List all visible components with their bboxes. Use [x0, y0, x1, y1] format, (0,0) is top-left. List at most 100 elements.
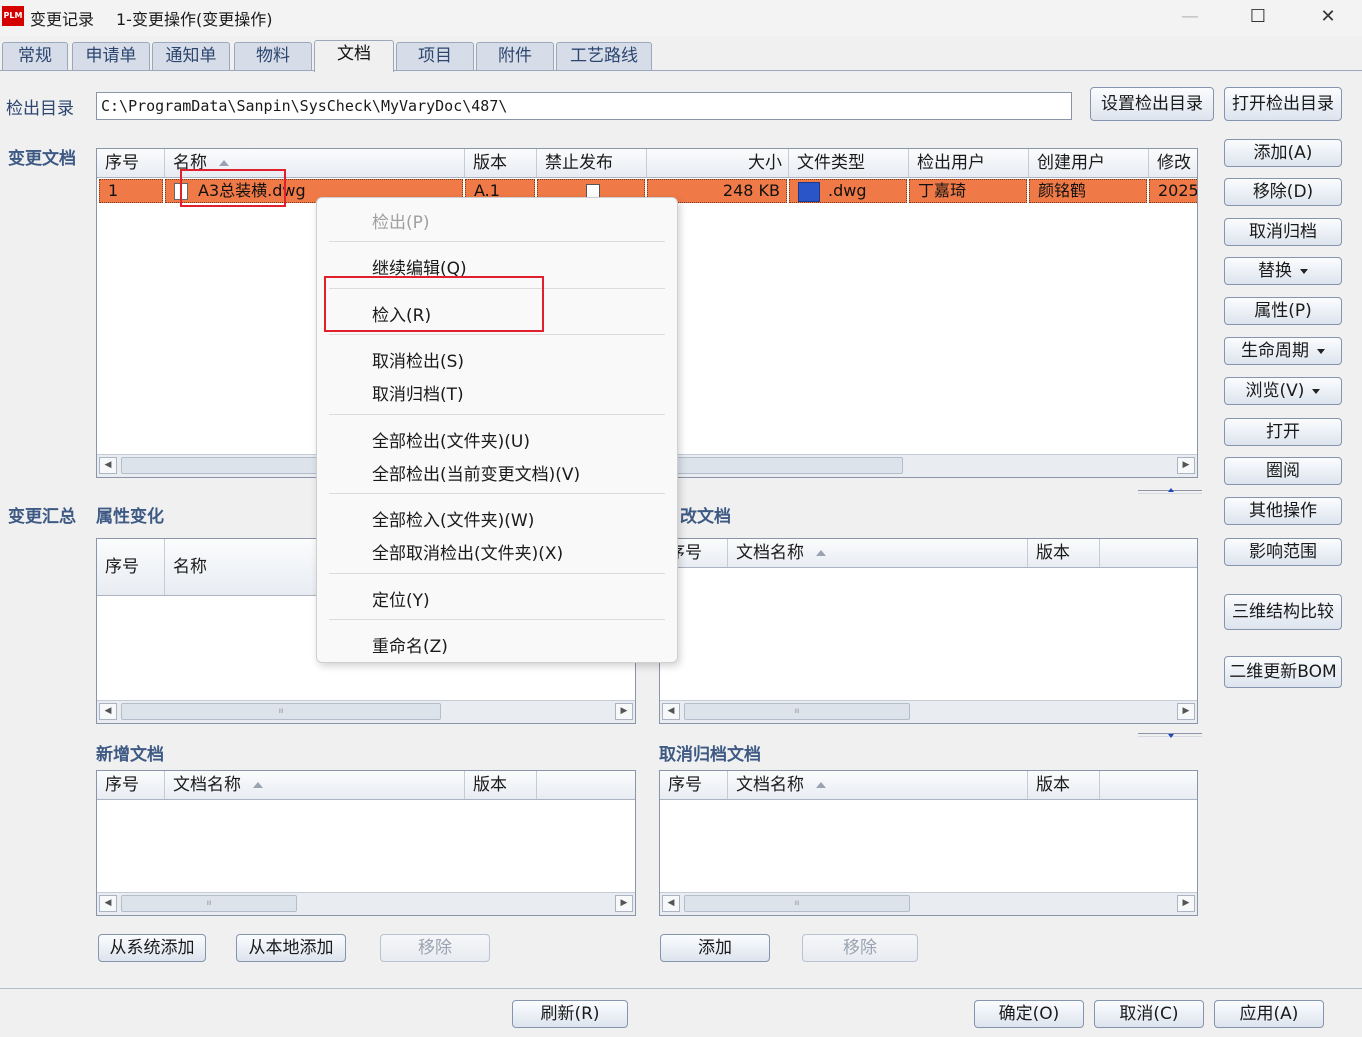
tab-attachment[interactable]: 附件 [476, 42, 554, 70]
remove-button[interactable]: 移除(D) [1224, 178, 1342, 206]
menu-item-checkout[interactable]: 检出(P) [372, 208, 430, 233]
open-checkout-dir-button[interactable]: 打开检出目录 [1224, 87, 1342, 121]
other-ops-button[interactable]: 其他操作 [1224, 497, 1342, 525]
tab-general[interactable]: 常规 [2, 42, 68, 70]
grid-header: 序号 文档名称 版本 [660, 539, 1197, 568]
minimize-icon[interactable]: — [1170, 4, 1210, 30]
horizontal-scrollbar[interactable]: ◀ ıı ▶ [660, 700, 1197, 723]
scroll-left-icon[interactable]: ◀ [662, 895, 680, 912]
menu-item-cancel-archive[interactable]: 取消归档(T) [372, 380, 464, 405]
scroll-left-icon[interactable]: ◀ [99, 703, 117, 720]
menu-item-cancel-all-checkout[interactable]: 全部取消检出(文件夹)(X) [372, 539, 563, 564]
splitter-handle[interactable] [1138, 488, 1202, 494]
tab-routing[interactable]: 工艺路线 [556, 42, 652, 70]
scroll-thumb[interactable]: ıı [121, 895, 297, 912]
menu-item-checkout-all-current[interactable]: 全部检出(当前变更文档)(V) [372, 460, 580, 485]
cell-file-type: .dwg [789, 179, 907, 203]
col-version[interactable]: 版本 [465, 149, 537, 177]
tab-strip: 常规 申请单 通知单 物料 文档 项目 附件 工艺路线 [0, 40, 1362, 72]
update-bom-2d-button[interactable]: 二维更新BOM [1224, 656, 1342, 688]
scroll-right-icon[interactable]: ▶ [1177, 703, 1195, 720]
col-size[interactable]: 大小 [647, 149, 789, 177]
ok-button[interactable]: 确定(O) [974, 1000, 1084, 1028]
scroll-right-icon[interactable]: ▶ [615, 895, 633, 912]
col-checkout-user[interactable]: 检出用户 [909, 149, 1029, 177]
menu-separator [329, 619, 665, 620]
cell-checkout-user: 丁嘉琦 [909, 179, 1027, 203]
col-forbid-release[interactable]: 禁止发布 [537, 149, 647, 177]
tab-notice[interactable]: 通知单 [152, 42, 230, 70]
scroll-right-icon[interactable]: ▶ [1177, 895, 1195, 912]
scroll-left-icon[interactable]: ◀ [99, 457, 117, 474]
scroll-right-icon[interactable]: ▶ [1177, 457, 1195, 474]
horizontal-scrollbar[interactable]: ◀ ıı ▶ [97, 892, 635, 915]
tab-project[interactable]: 项目 [396, 42, 474, 70]
lifecycle-label: 生命周期 [1241, 341, 1309, 361]
prop-changes-title[interactable]: 属性变化 [96, 502, 164, 527]
col-file-type[interactable]: 文件类型 [789, 149, 909, 177]
close-icon[interactable]: ✕ [1308, 4, 1348, 30]
col-version[interactable]: 版本 [1028, 539, 1100, 567]
forbid-release-checkbox[interactable] [586, 184, 600, 198]
menu-item-rename[interactable]: 重命名(Z) [372, 632, 448, 657]
horizontal-scrollbar[interactable]: ◀ ıı ▶ [97, 700, 635, 723]
sort-asc-icon [816, 550, 826, 556]
new-docs-remove-button[interactable]: 移除 [380, 934, 490, 962]
col-seq[interactable]: 序号 [97, 771, 165, 799]
impact-scope-button[interactable]: 影响范围 [1224, 538, 1342, 566]
cancel-button[interactable]: 取消(C) [1094, 1000, 1204, 1028]
col-seq[interactable]: 序号 [97, 539, 165, 595]
browse-button[interactable]: 浏览(V) [1224, 377, 1342, 405]
scroll-left-icon[interactable]: ◀ [99, 895, 117, 912]
scroll-left-icon[interactable]: ◀ [662, 703, 680, 720]
col-doc-name-label: 文档名称 [173, 775, 241, 795]
apply-button[interactable]: 应用(A) [1214, 1000, 1324, 1028]
cancel-archive-remove-button[interactable]: 移除 [802, 934, 918, 962]
properties-button[interactable]: 属性(P) [1224, 297, 1342, 325]
compare-3d-button[interactable]: 三维结构比较 [1224, 594, 1342, 630]
set-checkout-dir-button[interactable]: 设置检出目录 [1090, 87, 1214, 121]
checkout-dir-label: 检出目录 [6, 99, 74, 119]
menu-item-locate[interactable]: 定位(Y) [372, 586, 430, 611]
name-cell-highlight [180, 169, 286, 207]
checkout-dir-input[interactable]: C:\ProgramData\Sanpin\SysCheck\MyVaryDoc… [96, 92, 1072, 120]
refresh-button[interactable]: 刷新(R) [512, 1000, 628, 1028]
col-version[interactable]: 版本 [1028, 771, 1100, 799]
col-create-user[interactable]: 创建用户 [1029, 149, 1149, 177]
lifecycle-button[interactable]: 生命周期 [1224, 337, 1342, 365]
modified-docs-title: 改文档 [680, 507, 731, 527]
tab-request[interactable]: 申请单 [72, 42, 150, 70]
replace-button[interactable]: 替换 [1224, 257, 1342, 285]
maximize-icon[interactable]: ☐ [1238, 4, 1278, 30]
app-logo: PLM [2, 6, 24, 26]
menu-item-checkin-all-folder[interactable]: 全部检入(文件夹)(W) [372, 506, 534, 531]
modified-docs-grid: 序号 文档名称 版本 ◀ ıı ▶ [659, 538, 1198, 724]
horizontal-scrollbar[interactable]: ◀ ıı ▶ [660, 892, 1197, 915]
tab-documents[interactable]: 文档 [314, 40, 394, 72]
add-from-system-button[interactable]: 从系统添加 [98, 934, 206, 962]
sort-asc-icon [816, 782, 826, 788]
context-menu: 检出(P) 继续编辑(Q) 检入(R) 取消检出(S) 取消归档(T) 全部检出… [316, 197, 678, 663]
col-seq[interactable]: 序号 [660, 771, 728, 799]
col-modified[interactable]: 修改 [1149, 149, 1197, 177]
menu-item-cancel-checkout[interactable]: 取消检出(S) [372, 347, 464, 372]
splitter-handle[interactable] [1138, 733, 1202, 738]
cancel-archive-add-button[interactable]: 添加 [660, 934, 770, 962]
dropdown-caret-icon [1300, 268, 1308, 274]
circulate-button[interactable]: 圈阅 [1224, 457, 1342, 485]
scroll-thumb[interactable]: ıı [684, 895, 910, 912]
menu-item-checkout-all-folder[interactable]: 全部检出(文件夹)(U) [372, 427, 530, 452]
add-button[interactable]: 添加(A) [1224, 139, 1342, 167]
col-seq[interactable]: 序号 [97, 149, 165, 177]
scroll-thumb[interactable]: ıı [121, 703, 441, 720]
scroll-thumb[interactable]: ıı [684, 703, 910, 720]
col-version[interactable]: 版本 [465, 771, 537, 799]
open-button[interactable]: 打开 [1224, 418, 1342, 446]
col-doc-name[interactable]: 文档名称 [728, 539, 1028, 567]
col-doc-name[interactable]: 文档名称 [728, 771, 1028, 799]
scroll-right-icon[interactable]: ▶ [615, 703, 633, 720]
col-doc-name[interactable]: 文档名称 [165, 771, 465, 799]
cancel-archive-button[interactable]: 取消归档 [1224, 218, 1342, 246]
add-from-local-button[interactable]: 从本地添加 [236, 934, 346, 962]
tab-material[interactable]: 物料 [234, 42, 312, 70]
